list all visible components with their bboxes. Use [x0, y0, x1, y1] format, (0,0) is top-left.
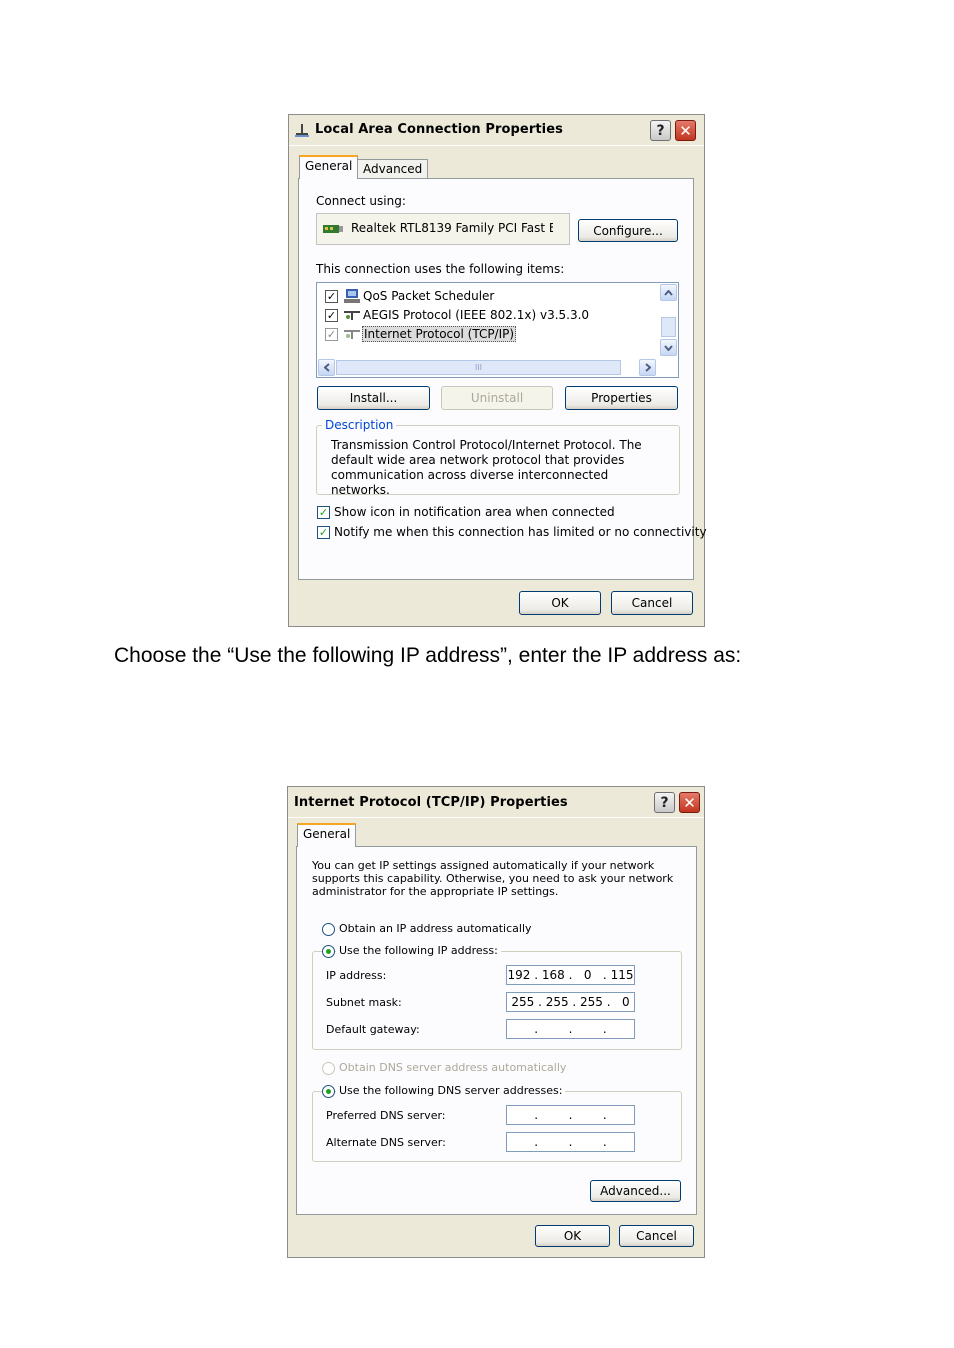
network-adapter-icon	[323, 223, 343, 238]
close-button[interactable]: ✕	[675, 120, 696, 141]
obtain-ip-label: Obtain an IP address automatically	[339, 922, 532, 935]
horizontal-scrollbar-thumb[interactable]: III	[336, 360, 621, 375]
tab-general[interactable]: General	[299, 155, 359, 179]
intro-text: You can get IP settings assigned automat…	[312, 859, 674, 898]
preferred-dns-field[interactable]: . . .	[506, 1105, 635, 1125]
qos-scheduler-icon	[343, 288, 361, 307]
use-ip-radio[interactable]	[322, 945, 335, 958]
show-icon-checkbox[interactable]: ✓	[317, 506, 330, 519]
dialog-title: Local Area Connection Properties	[315, 122, 563, 137]
item-label-selected: Internet Protocol (TCP/IP)	[362, 326, 517, 342]
help-button[interactable]: ?	[650, 120, 671, 141]
obtain-dns-radio[interactable]	[322, 1062, 335, 1075]
connect-using-label: Connect using:	[316, 194, 406, 208]
default-gateway-field[interactable]: . . .	[506, 1019, 635, 1039]
list-item[interactable]: ✓ AEGIS Protocol (IEEE 802.1x) v3.5.3.0	[325, 306, 655, 324]
item-checkbox[interactable]: ✓	[325, 328, 338, 341]
network-connection-icon	[294, 123, 310, 142]
instruction-caption: Choose the “Use the following IP address…	[114, 644, 742, 667]
tab-general[interactable]: General	[297, 823, 357, 847]
adapter-name: Realtek RTL8139 Family PCI Fast Eth	[351, 221, 553, 235]
scroll-right-button[interactable]	[639, 359, 656, 376]
advanced-button[interactable]: Advanced...	[590, 1180, 681, 1202]
uninstall-button[interactable]: Uninstall	[441, 386, 553, 410]
obtain-dns-label: Obtain DNS server address automatically	[339, 1061, 567, 1074]
general-panel: You can get IP settings assigned automat…	[296, 846, 697, 1215]
network-protocol-icon	[343, 327, 361, 344]
alternate-dns-field[interactable]: . . .	[506, 1132, 635, 1152]
show-icon-label: Show icon in notification area when conn…	[334, 505, 615, 519]
ip-address-field[interactable]: 192 . 168 . 0 . 115	[506, 965, 635, 985]
close-button[interactable]: ✕	[679, 792, 700, 813]
scroll-left-button[interactable]	[318, 359, 335, 376]
use-dns-label: Use the following DNS server addresses:	[336, 1084, 566, 1097]
network-protocol-icon	[343, 308, 361, 325]
list-item[interactable]: ✓ Internet Protocol (TCP/IP)	[325, 325, 655, 343]
notify-checkbox[interactable]: ✓	[317, 526, 330, 539]
configure-button[interactable]: Configure...	[578, 219, 678, 242]
title-bar[interactable]: Local Area Connection Properties ? ✕	[289, 115, 704, 146]
item-checkbox[interactable]: ✓	[325, 309, 338, 322]
preferred-dns-label: Preferred DNS server:	[326, 1109, 446, 1122]
title-bar[interactable]: Internet Protocol (TCP/IP) Properties ? …	[288, 787, 704, 818]
local-area-connection-dialog: Local Area Connection Properties ? ✕ Gen…	[288, 114, 707, 627]
use-ip-label: Use the following IP address:	[336, 944, 501, 957]
alternate-dns-label: Alternate DNS server:	[326, 1136, 446, 1149]
item-label: QoS Packet Scheduler	[363, 289, 495, 303]
description-text: Transmission Control Protocol/Internet P…	[331, 438, 642, 497]
help-button[interactable]: ?	[654, 792, 675, 813]
ok-button[interactable]: OK	[519, 591, 601, 615]
items-list[interactable]: ✓ QoS Packet Scheduler ✓ AEGIS Protocol …	[316, 282, 679, 378]
tab-advanced[interactable]: Advanced	[357, 159, 429, 178]
properties-button[interactable]: Properties	[565, 386, 678, 410]
install-button[interactable]: Install...	[317, 386, 430, 410]
subnet-mask-label: Subnet mask:	[326, 996, 402, 1009]
obtain-ip-radio[interactable]	[322, 923, 335, 936]
description-legend: Description	[322, 418, 397, 432]
items-label: This connection uses the following items…	[316, 262, 565, 276]
adapter-field: Realtek RTL8139 Family PCI Fast Eth	[316, 213, 570, 245]
vertical-scrollbar-thumb[interactable]	[661, 317, 676, 337]
item-checkbox[interactable]: ✓	[325, 290, 338, 303]
scroll-down-button[interactable]	[660, 339, 677, 356]
subnet-mask-field[interactable]: 255 . 255 . 255 . 0	[506, 992, 635, 1012]
dialog-title: Internet Protocol (TCP/IP) Properties	[294, 795, 568, 810]
general-panel: Connect using: Realtek RTL8139 Family PC…	[298, 178, 707, 580]
cancel-button[interactable]: Cancel	[611, 591, 693, 615]
notify-label: Notify me when this connection has limit…	[334, 525, 707, 539]
tcpip-properties-dialog: Internet Protocol (TCP/IP) Properties ? …	[287, 786, 705, 1258]
use-dns-radio[interactable]	[322, 1085, 335, 1098]
scroll-up-button[interactable]	[660, 284, 677, 301]
cancel-button[interactable]: Cancel	[619, 1225, 694, 1247]
item-label: AEGIS Protocol (IEEE 802.1x) v3.5.3.0	[363, 308, 590, 322]
ip-address-label: IP address:	[326, 969, 387, 982]
default-gateway-label: Default gateway:	[326, 1023, 420, 1036]
list-item[interactable]: ✓ QoS Packet Scheduler	[325, 287, 655, 305]
ok-button[interactable]: OK	[535, 1225, 610, 1247]
